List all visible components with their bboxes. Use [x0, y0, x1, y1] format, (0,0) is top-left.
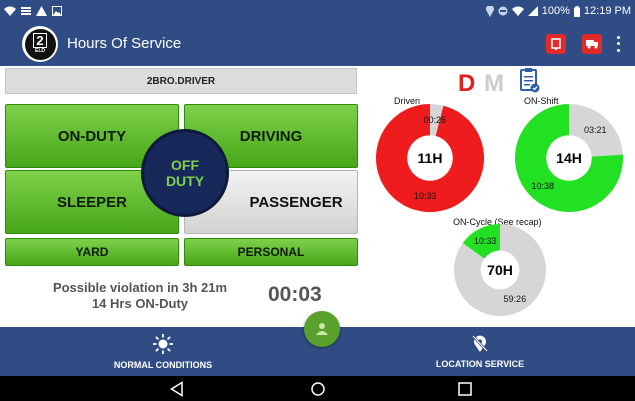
app-bar: 2 ELD Hours Of Service — [0, 22, 635, 66]
driving-mode-m[interactable]: M — [484, 70, 504, 98]
violation-line2: 14 Hrs ON-Duty — [91, 296, 189, 311]
page-title: Hours Of Service — [67, 35, 182, 52]
truck-icon — [585, 40, 598, 49]
block-icon — [498, 6, 508, 16]
on_cycle-center-label: 70H — [487, 262, 513, 278]
inspection-icon — [551, 38, 561, 50]
sun-icon — [153, 333, 173, 354]
location-icon — [485, 5, 494, 17]
inspection-button[interactable] — [546, 34, 566, 54]
normal-conditions-button[interactable]: NORMAL CONDITIONS — [63, 327, 263, 376]
battery-percent: 100% — [541, 5, 570, 17]
off-duty-label-line1: OFF — [171, 157, 199, 173]
driven-donut-chart: 10:33 00:26 11H — [376, 104, 484, 212]
yard-button[interactable]: YARD — [5, 238, 179, 266]
driving-mode-d[interactable]: D — [458, 70, 475, 98]
on-shift-donut-chart: 10:38 03:21 14H — [515, 104, 623, 212]
driven-remaining-label: 00:26 — [424, 115, 447, 125]
on_cycle-used-label: 10:33 — [474, 236, 497, 246]
wifi-icon — [4, 6, 16, 16]
on-cycle-donut-chart[interactable]: 10:33 59:26 70H — [452, 222, 548, 318]
person-pin-icon — [316, 323, 328, 335]
driven-center-label: 11H — [418, 150, 443, 166]
wifi-icon — [511, 6, 524, 16]
violation-line1: Possible violation in 3h 21m — [52, 280, 228, 295]
clock: 12:19 PM — [583, 5, 631, 17]
system-navigation-bar — [0, 376, 635, 401]
status-bar: 100% 12:19 PM — [0, 0, 635, 22]
app-logo: 2 ELD — [22, 26, 58, 62]
off-duty-label-line2: DUTY — [165, 173, 205, 189]
notes-icon — [21, 7, 31, 15]
location-off-icon — [472, 334, 488, 352]
image-icon — [52, 6, 62, 16]
normal-conditions-label: NORMAL CONDITIONS — [113, 359, 213, 370]
status-left-icons — [4, 3, 62, 19]
driven-used-label: 10:33 — [414, 191, 437, 201]
off-duty-button[interactable]: OFF DUTY — [141, 129, 229, 217]
on_shift-center-label: 14H — [556, 150, 582, 166]
status-right-icons: 100% 12:19 PM — [485, 3, 631, 19]
driver-name-bar[interactable]: 2BRO.DRIVER — [5, 68, 357, 94]
overflow-menu-icon[interactable] — [613, 34, 623, 54]
warning-icon — [36, 6, 47, 16]
on_shift-remaining-label: 03:21 — [584, 125, 607, 135]
location-service-label: LOCATION SERVICE — [435, 358, 525, 369]
on_cycle-remaining-label: 59:26 — [504, 294, 527, 304]
logo-subtext: ELD — [35, 48, 45, 54]
logo-number: 2 — [33, 33, 47, 48]
violation-warning: Possible violation in 3h 21m 14 Hrs ON-D… — [30, 280, 250, 312]
location-service-button[interactable]: LOCATION SERVICE — [380, 327, 580, 376]
personal-button[interactable]: PERSONAL — [184, 238, 358, 266]
truck-button[interactable] — [582, 34, 602, 54]
location-fab[interactable] — [304, 311, 340, 347]
battery-icon — [573, 5, 580, 17]
back-icon[interactable] — [169, 381, 185, 397]
clipboard-check-icon[interactable] — [520, 67, 540, 93]
status-timer: 00:03 — [268, 283, 322, 306]
recents-icon[interactable] — [457, 381, 473, 397]
home-icon[interactable] — [310, 381, 326, 397]
signal-icon — [527, 6, 538, 16]
on_shift-used-label: 10:38 — [531, 181, 554, 191]
